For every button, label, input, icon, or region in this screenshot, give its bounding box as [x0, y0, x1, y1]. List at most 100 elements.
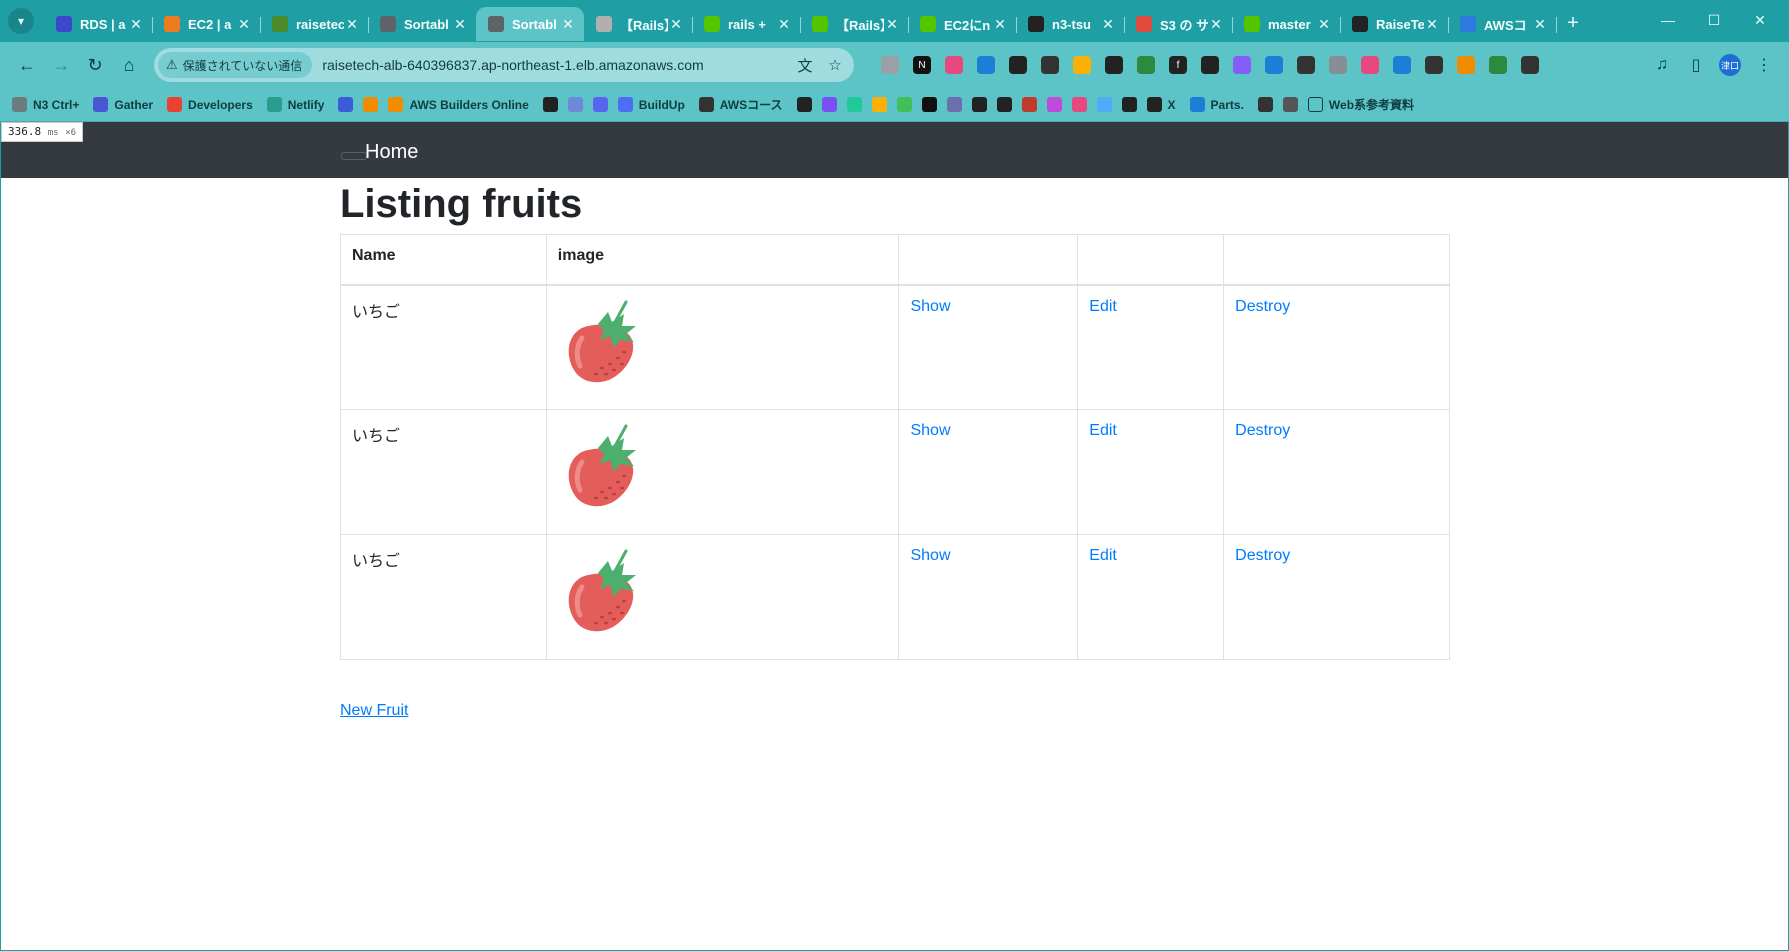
bookmark-item[interactable] [1282, 97, 1298, 112]
bookmark-item[interactable] [971, 97, 987, 112]
reload-icon[interactable]: ↻ [78, 48, 112, 82]
show-link[interactable]: Show [910, 422, 950, 439]
new-fruit-link[interactable]: New Fruit [340, 702, 408, 720]
bookmark-item[interactable]: N3 Ctrl+ [12, 97, 79, 112]
bookmark-item[interactable]: BuildUp [617, 97, 685, 112]
close-tab-icon[interactable]: ✕ [1100, 16, 1116, 33]
browser-tab[interactable]: RDS | a ✕ [44, 7, 153, 41]
bookmark-item[interactable] [338, 97, 354, 112]
extension-icon[interactable] [1489, 56, 1507, 74]
extension-icon[interactable] [1009, 56, 1027, 74]
minimize-icon[interactable]: — [1645, 6, 1691, 34]
edit-link[interactable]: Edit [1089, 422, 1117, 439]
extension-icon[interactable] [881, 56, 899, 74]
extension-icon[interactable] [1105, 56, 1123, 74]
bookmark-item[interactable] [921, 97, 937, 112]
browser-tab[interactable]: rails + ✕ [692, 7, 801, 41]
destroy-link[interactable]: Destroy [1235, 422, 1290, 439]
bookmark-item[interactable] [871, 97, 887, 112]
show-link[interactable]: Show [910, 298, 950, 315]
bookmark-item[interactable] [1021, 97, 1037, 112]
close-window-icon[interactable]: ✕ [1737, 6, 1783, 34]
profile-avatar[interactable]: 津口 [1719, 54, 1741, 76]
address-bar[interactable]: ⚠ 保護されていない通信 raisetech-alb-640396837.ap-… [154, 48, 854, 82]
extension-icon[interactable] [1073, 56, 1091, 74]
bookmark-item[interactable] [946, 97, 962, 112]
browser-tab[interactable]: master ✕ [1232, 7, 1341, 41]
bookmark-item[interactable] [821, 97, 837, 112]
browser-tab[interactable]: Sortabl ✕ [476, 7, 584, 41]
close-tab-icon[interactable]: ✕ [668, 16, 684, 33]
browser-tab[interactable]: n3-tsu ✕ [1016, 7, 1125, 41]
browser-tab[interactable]: EC2にn ✕ [908, 7, 1017, 41]
bookmark-item[interactable] [796, 97, 812, 112]
bookmark-item[interactable]: Parts. [1189, 97, 1244, 112]
close-tab-icon[interactable]: ✕ [992, 16, 1008, 33]
close-tab-icon[interactable]: ✕ [1532, 16, 1548, 33]
bookmark-item[interactable] [592, 97, 608, 112]
bookmark-item[interactable]: X [1146, 97, 1176, 112]
edit-link[interactable]: Edit [1089, 298, 1117, 315]
media-icon[interactable]: ♫ [1645, 56, 1679, 74]
browser-tab[interactable]: 【Rails】✕ [584, 7, 693, 41]
download-icon[interactable] [1265, 56, 1283, 74]
extension-icon[interactable] [1233, 56, 1251, 74]
notion-extension-icon[interactable]: N [913, 56, 931, 74]
extensions-puzzle-icon[interactable] [1521, 56, 1539, 74]
browser-tab[interactable]: EC2 | a ✕ [152, 7, 261, 41]
browser-tab[interactable]: 【Rails】✕ [800, 7, 909, 41]
bookmark-item[interactable] [896, 97, 912, 112]
bookmark-item[interactable]: Developers [167, 97, 253, 112]
url-text[interactable]: raisetech-alb-640396837.ap-northeast-1.e… [322, 57, 790, 73]
extension-icon[interactable] [1425, 56, 1443, 74]
bookmark-item[interactable] [1257, 97, 1273, 112]
browser-tab[interactable]: Sortabl ✕ [368, 7, 477, 41]
close-tab-icon[interactable]: ✕ [1316, 16, 1332, 33]
extension-icon[interactable] [1393, 56, 1411, 74]
close-tab-icon[interactable]: ✕ [1424, 16, 1440, 33]
edit-link[interactable]: Edit [1089, 547, 1117, 564]
translate-icon[interactable]: 文 [790, 55, 820, 76]
forward-icon[interactable]: → [44, 48, 78, 82]
navbar-toggler-icon[interactable] [341, 152, 367, 160]
bookmark-item[interactable]: Web系参考資料 [1307, 96, 1414, 113]
browser-tab[interactable]: AWSコ ✕ [1448, 7, 1557, 41]
close-tab-icon[interactable]: ✕ [560, 16, 576, 33]
bookmark-item[interactable] [1096, 97, 1112, 112]
close-tab-icon[interactable]: ✕ [236, 16, 252, 33]
bookmark-item[interactable] [1046, 97, 1062, 112]
destroy-link[interactable]: Destroy [1235, 547, 1290, 564]
extension-icon[interactable] [945, 56, 963, 74]
back-icon[interactable]: ← [10, 48, 44, 82]
bookmark-item[interactable]: AWSコース [698, 96, 783, 113]
menu-icon[interactable]: ⋮ [1747, 55, 1781, 75]
close-tab-icon[interactable]: ✕ [884, 16, 900, 33]
maximize-icon[interactable]: ☐ [1691, 6, 1737, 34]
tab-search-icon[interactable]: ▾ [8, 8, 34, 34]
extension-icon[interactable] [1361, 56, 1379, 74]
show-link[interactable]: Show [910, 547, 950, 564]
security-chip[interactable]: ⚠ 保護されていない通信 [158, 52, 313, 78]
extension-icon[interactable] [1041, 56, 1059, 74]
bookmark-item[interactable]: Gather [93, 97, 153, 112]
bookmark-item[interactable] [1121, 97, 1137, 112]
close-tab-icon[interactable]: ✕ [344, 16, 360, 33]
bookmark-item[interactable]: AWS Builders Online [388, 97, 529, 112]
bookmark-item[interactable] [567, 97, 583, 112]
screenshot-icon[interactable] [1297, 56, 1315, 74]
close-tab-icon[interactable]: ✕ [1208, 16, 1224, 33]
bookmark-item[interactable] [542, 97, 558, 112]
bookmark-star-icon[interactable]: ☆ [820, 56, 850, 74]
home-icon[interactable]: ⌂ [112, 48, 146, 82]
navbar-brand-home[interactable]: Home [365, 141, 418, 164]
extension-icon[interactable]: f [1169, 56, 1187, 74]
extension-icon[interactable] [1137, 56, 1155, 74]
bookmark-item[interactable] [846, 97, 862, 112]
new-tab-button[interactable]: + [1558, 8, 1588, 38]
browser-tab[interactable]: RaiseTe ✕ [1340, 7, 1449, 41]
bookmark-item[interactable] [996, 97, 1012, 112]
eyedropper-icon[interactable] [1201, 56, 1219, 74]
extension-icon[interactable] [1457, 56, 1475, 74]
side-panel-icon[interactable]: ▯ [1679, 55, 1713, 75]
browser-tab[interactable]: S3 の サ ✕ [1124, 7, 1233, 41]
